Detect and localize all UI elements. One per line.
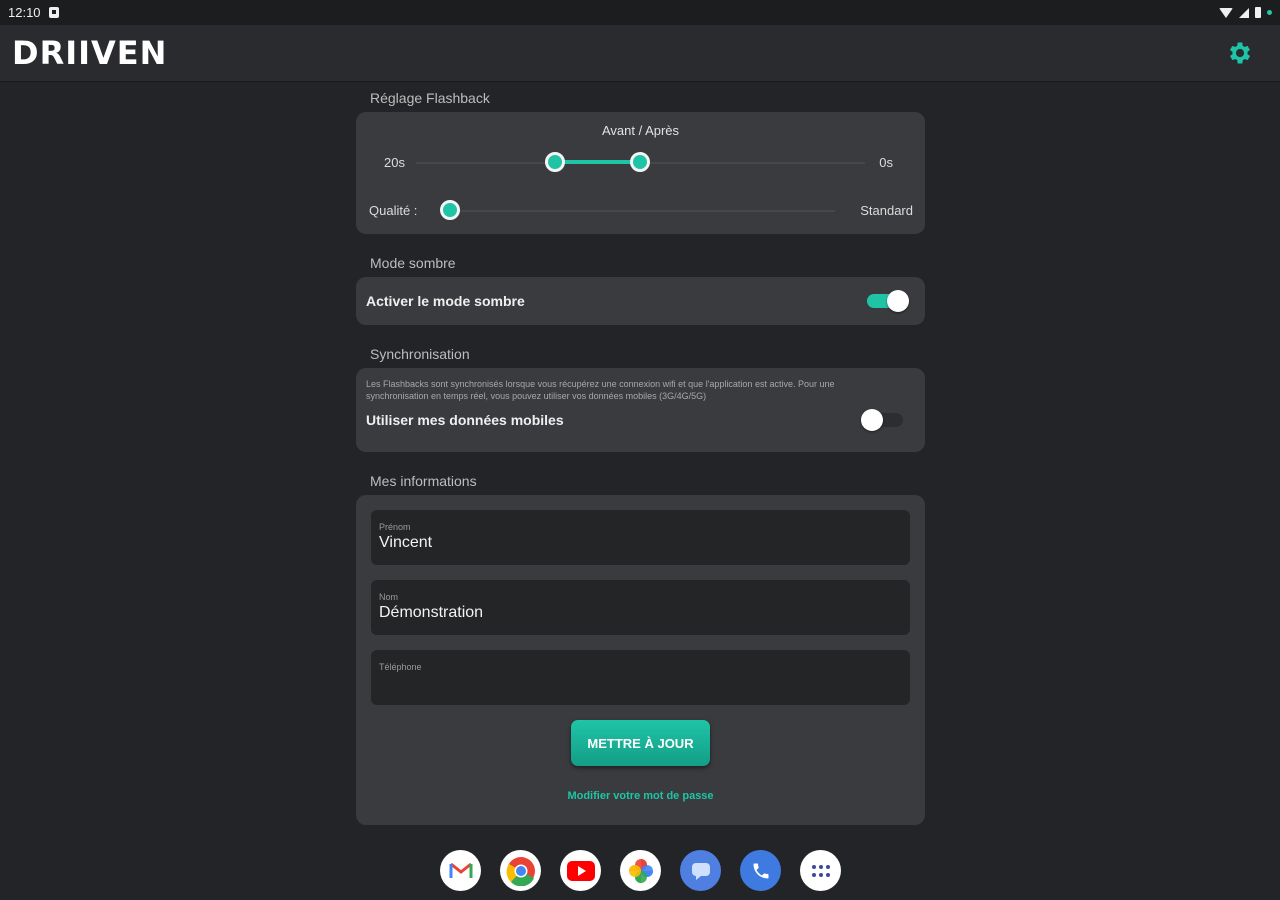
messages-icon[interactable] (680, 850, 721, 891)
last-name-label: Nom (379, 592, 399, 602)
clock: 12:10 (8, 5, 41, 20)
last-name-field[interactable]: Nom (371, 580, 910, 635)
toggle-knob (861, 409, 883, 431)
quality-label: Qualité : (369, 203, 418, 218)
phone-field[interactable]: Téléphone (371, 650, 910, 705)
notification-icon (48, 7, 59, 18)
chrome-icon[interactable] (500, 850, 541, 891)
youtube-icon[interactable] (560, 850, 601, 891)
gear-icon[interactable] (1226, 39, 1254, 67)
section-title-dark-mode: Mode sombre (370, 255, 456, 271)
gmail-icon[interactable] (440, 850, 481, 891)
indicator-dot-icon (1267, 10, 1272, 15)
change-password-link[interactable]: Modifier votre mot de passe (371, 790, 910, 802)
system-icons (1219, 7, 1272, 18)
before-value: 20s (384, 155, 405, 170)
section-title-flashback: Réglage Flashback (370, 90, 490, 106)
battery-icon (1255, 7, 1261, 18)
update-button[interactable]: METTRE À JOUR (571, 720, 710, 766)
phone-icon[interactable] (740, 850, 781, 891)
first-name-input[interactable] (379, 534, 902, 552)
mobile-data-label: Utiliser mes données mobiles (366, 412, 564, 428)
quality-slider-handle[interactable] (440, 200, 460, 220)
signal-icon (1239, 7, 1249, 18)
range-slider-before-handle[interactable] (545, 152, 565, 172)
dark-mode-card: Activer le mode sombre (356, 277, 925, 325)
range-label: Avant / Après (601, 123, 680, 138)
sync-card: Les Flashbacks sont synchronisés lorsque… (356, 368, 925, 452)
quality-slider-track[interactable] (452, 210, 835, 212)
status-bar: 12:10 (0, 0, 1280, 25)
wifi-icon (1219, 7, 1233, 18)
app-dock (440, 850, 841, 891)
toggle-knob (887, 290, 909, 312)
phone-input[interactable] (379, 674, 902, 692)
photos-icon[interactable] (620, 850, 661, 891)
last-name-input[interactable] (379, 604, 902, 622)
quality-value: Standard (860, 203, 913, 218)
mobile-data-toggle[interactable] (861, 409, 903, 431)
app-bar: DRIIVEN (0, 25, 1280, 82)
section-title-info: Mes informations (370, 473, 477, 489)
section-title-sync: Synchronisation (370, 346, 470, 362)
info-card: Prénom Nom Téléphone METTRE À JOUR Modif… (356, 495, 925, 825)
sync-row: Utiliser mes données mobiles (366, 409, 915, 431)
flashback-card: Avant / Après 20s 0s Qualité : Standard (356, 112, 925, 234)
range-slider-active (556, 160, 640, 164)
settings-content: Réglage Flashback Avant / Après 20s 0s Q… (356, 84, 925, 825)
apps-icon[interactable] (800, 850, 841, 891)
range-slider-after-handle[interactable] (630, 152, 650, 172)
after-value: 0s (879, 155, 893, 170)
app-logo: DRIIVEN (12, 34, 168, 72)
dark-mode-label: Activer le mode sombre (366, 293, 525, 309)
sync-description: Les Flashbacks sont synchronisés lorsque… (366, 379, 835, 401)
dark-mode-toggle[interactable] (867, 290, 909, 312)
phone-label: Téléphone (379, 662, 422, 672)
first-name-label: Prénom (379, 522, 411, 532)
first-name-field[interactable]: Prénom (371, 510, 910, 565)
